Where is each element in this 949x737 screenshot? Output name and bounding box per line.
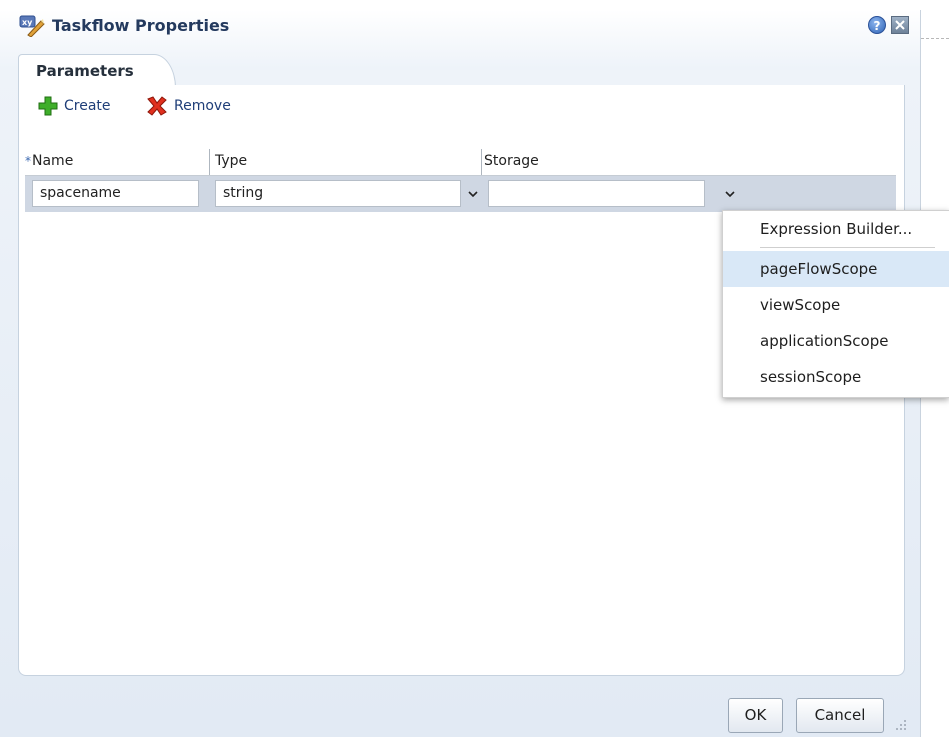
menu-item-pageflowscope[interactable]: pageFlowScope [723, 251, 949, 287]
dialog-title-bar[interactable]: xy Taskflow Properties ? [0, 0, 921, 48]
dialog-title: Taskflow Properties [52, 16, 230, 35]
menu-separator [760, 247, 935, 248]
tab-parameters[interactable]: Parameters [18, 54, 176, 88]
column-separator[interactable] [209, 149, 210, 175]
create-button-label: Create [64, 98, 111, 114]
resize-grip-icon[interactable] [894, 718, 908, 732]
menu-item-viewscope[interactable]: viewScope [723, 287, 949, 323]
required-marker: * [25, 154, 31, 168]
menu-item-expression-builder[interactable]: Expression Builder... [723, 211, 949, 247]
chevron-down-icon[interactable] [723, 190, 737, 200]
xy-wand-icon: xy [19, 15, 45, 38]
column-header-name-label: Name [32, 153, 74, 169]
storage-dropdown-menu: Expression Builder... pageFlowScope view… [722, 210, 949, 398]
column-header-storage[interactable]: Storage [484, 147, 539, 175]
cancel-button[interactable]: Cancel [796, 698, 884, 733]
svg-text:xy: xy [22, 18, 33, 27]
tab-parameters-label: Parameters [36, 62, 134, 80]
name-field[interactable]: spacename [32, 180, 199, 207]
parameters-table-header: *Name Type Storage [25, 147, 896, 176]
column-header-type[interactable]: Type [215, 147, 247, 175]
menu-item-sessionscope[interactable]: sessionScope [723, 359, 949, 395]
close-icon[interactable] [891, 16, 909, 34]
menu-item-applicationscope[interactable]: applicationScope [723, 323, 949, 359]
help-icon[interactable]: ? [868, 16, 886, 34]
chevron-down-icon[interactable] [466, 190, 480, 200]
storage-field[interactable] [488, 180, 705, 207]
create-button[interactable]: Create [38, 95, 111, 117]
column-header-name[interactable]: *Name [25, 147, 73, 175]
table-row[interactable]: spacename string [25, 176, 896, 212]
red-x-icon [147, 96, 167, 116]
dashed-connector [921, 38, 949, 39]
remove-button[interactable]: Remove [146, 95, 231, 117]
plus-icon [38, 96, 58, 116]
ok-button[interactable]: OK [728, 698, 783, 733]
remove-button-label: Remove [174, 98, 231, 114]
type-select[interactable]: string [215, 180, 461, 207]
column-separator[interactable] [481, 149, 482, 175]
